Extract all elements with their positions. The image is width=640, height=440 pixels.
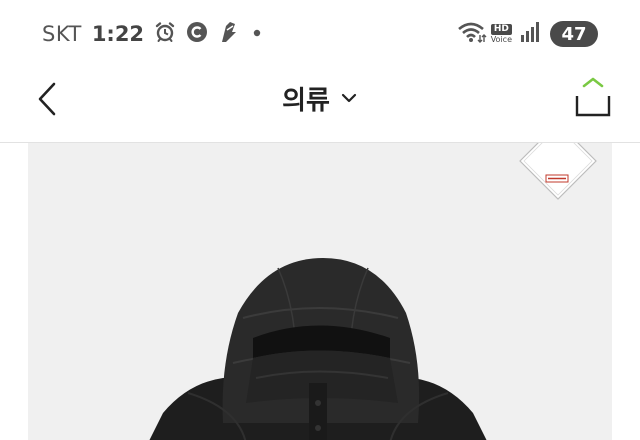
product-image-area[interactable] [28,143,612,440]
c-circle-icon [186,21,208,47]
page-title: 의류 [282,85,330,116]
dot-icon [250,21,264,47]
status-bar: SKT 1:22 HD Voice 47 [0,0,640,66]
wifi-icon [457,20,487,48]
signal-icon [520,21,540,47]
windstopper-badge [518,143,598,203]
status-left: SKT 1:22 [42,20,264,48]
voice-label: Voice [490,35,512,44]
share-icon [575,77,611,117]
product-jacket-image [128,243,508,440]
battery-indicator: 47 [550,21,598,47]
app-header: 의류 [0,66,640,143]
category-dropdown[interactable]: 의류 [0,78,640,118]
hd-voice-icon: HD Voice [491,24,512,44]
chevron-down-icon [340,89,358,108]
share-button[interactable] [574,76,612,120]
screen: SKT 1:22 HD Voice 47 의류 [0,0,640,440]
carrier-label: SKT [42,22,82,46]
hd-label: HD [490,24,512,35]
clock: 1:22 [91,22,145,46]
status-right: HD Voice 47 [457,19,598,49]
alarm-icon [154,21,176,47]
notification-app-icon [218,20,240,48]
